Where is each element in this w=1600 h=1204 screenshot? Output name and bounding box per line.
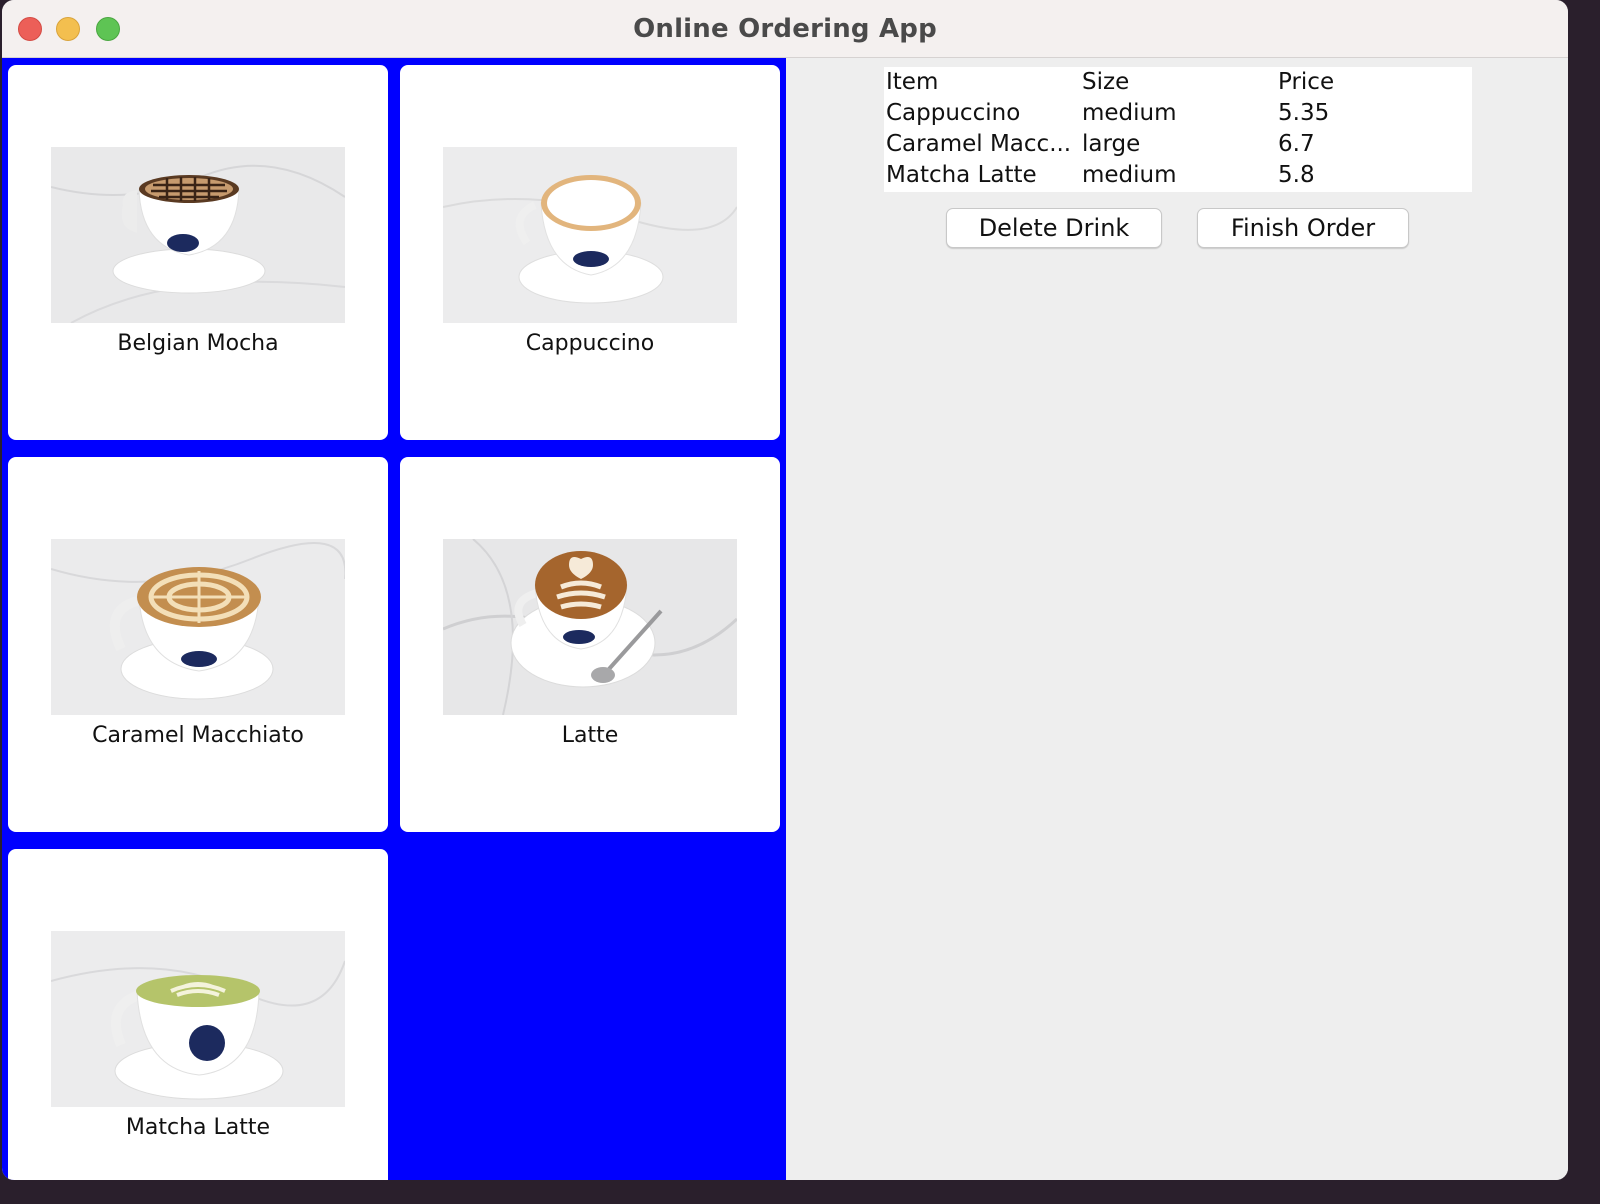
order-price-cell: 5.8 <box>1278 162 1315 188</box>
finish-order-button[interactable]: Finish Order <box>1197 208 1409 248</box>
title-bar: Online Ordering App <box>2 0 1568 58</box>
table-row[interactable]: Caramel Macc... large 6.7 <box>884 129 1472 160</box>
table-row[interactable]: Matcha Latte medium 5.8 <box>884 160 1472 191</box>
drink-name: Caramel Macchiato <box>92 723 304 748</box>
window-title: Online Ordering App <box>633 14 937 44</box>
drink-card-matcha-latte[interactable]: Matcha Latte <box>8 849 388 1180</box>
table-row[interactable]: Cappuccino medium 5.35 <box>884 98 1472 129</box>
latte-image <box>443 539 737 715</box>
drink-name: Cappuccino <box>525 331 655 356</box>
order-item-cell: Matcha Latte <box>886 162 1037 188</box>
belgian-mocha-image <box>51 147 345 323</box>
drink-name: Matcha Latte <box>125 1115 271 1140</box>
order-panel: Item Size Price Cappuccino medium 5.35 C… <box>786 58 1568 1180</box>
delete-drink-button[interactable]: Delete Drink <box>946 208 1162 248</box>
order-price-cell: 6.7 <box>1278 131 1315 157</box>
drink-card-belgian-mocha[interactable]: Belgian Mocha <box>8 65 388 440</box>
drink-card-latte[interactable]: Latte <box>400 457 780 832</box>
order-item-cell: Caramel Macc... <box>886 131 1072 157</box>
drink-name: Belgian Mocha <box>117 331 279 356</box>
order-size-cell: medium <box>1082 100 1177 126</box>
drink-card-caramel-macchiato[interactable]: Caramel Macchiato <box>8 457 388 832</box>
drink-card-cappuccino[interactable]: Cappuccino <box>400 65 780 440</box>
order-table[interactable]: Item Size Price Cappuccino medium 5.35 C… <box>884 67 1472 192</box>
matcha-latte-image <box>51 931 345 1107</box>
drink-menu-panel: Belgian Mocha Cappuccino Caramel Macchia… <box>2 58 786 1180</box>
column-header-size: Size <box>1082 69 1130 95</box>
table-header-row: Item Size Price <box>884 67 1472 98</box>
caramel-macchiato-image <box>51 539 345 715</box>
order-size-cell: large <box>1082 131 1141 157</box>
column-header-price: Price <box>1278 69 1335 95</box>
column-header-item: Item <box>886 69 939 95</box>
order-size-cell: medium <box>1082 162 1177 188</box>
order-item-cell: Cappuccino <box>886 100 1021 126</box>
cappuccino-image <box>443 147 737 323</box>
order-price-cell: 5.35 <box>1278 100 1330 126</box>
drink-name: Latte <box>561 723 619 748</box>
app-window: Online Ordering App Belgian Mocha Cappuc… <box>2 0 1568 1180</box>
